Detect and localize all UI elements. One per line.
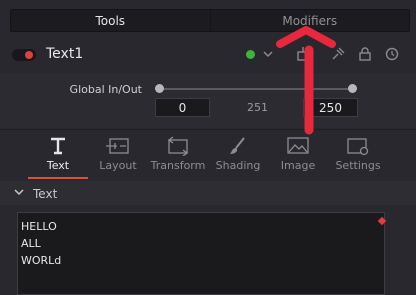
transform-icon: [167, 136, 189, 156]
status-dot[interactable]: [246, 50, 255, 59]
text-line: WORLd: [21, 254, 62, 267]
global-in-field[interactable]: 0: [155, 98, 210, 117]
tab-shading[interactable]: Shading: [204, 132, 272, 178]
tab-label: Settings: [335, 159, 381, 172]
tab-label: Transform: [150, 159, 206, 172]
active-tab-indicator: [28, 177, 88, 179]
chevron-down-icon[interactable]: [14, 188, 24, 196]
layout-icon: [106, 138, 129, 154]
brush-icon: [230, 137, 245, 154]
tab-label: Image: [280, 159, 316, 172]
section-title: Text: [33, 187, 58, 201]
tab-tools[interactable]: Tools: [11, 10, 210, 31]
global-out-field[interactable]: 250: [303, 98, 358, 117]
settings-icon: [347, 138, 369, 156]
global-mid-value: 251: [247, 101, 268, 114]
top-tab-bar: Tools Modifiers: [10, 9, 410, 32]
tab-divider: [0, 129, 416, 130]
tab-image[interactable]: Image: [264, 132, 332, 178]
node-name: Text1: [46, 46, 84, 62]
range-out-handle[interactable]: [348, 84, 357, 93]
pin-node-icon[interactable]: [330, 46, 346, 62]
global-range-slider[interactable]: [159, 88, 352, 90]
text-section-header[interactable]: [0, 181, 416, 205]
pin-icon[interactable]: [295, 46, 311, 62]
text-line: HELLO: [21, 220, 57, 233]
tab-layout[interactable]: Layout: [84, 132, 152, 178]
toggle-knob: [25, 51, 33, 59]
image-icon: [287, 137, 309, 154]
tab-label: Layout: [99, 159, 137, 172]
chevron-down-icon[interactable]: [263, 50, 273, 58]
tab-modifiers[interactable]: Modifiers: [209, 10, 410, 31]
tab-label: Shading: [215, 159, 261, 172]
global-in-out-label: Global In/Out: [69, 83, 142, 96]
range-in-handle[interactable]: [155, 84, 164, 93]
lock-icon[interactable]: [357, 46, 373, 62]
tab-label: Text: [46, 159, 70, 172]
reset-icon[interactable]: [384, 46, 400, 62]
styled-text-input[interactable]: HELLO ALL WORLd: [17, 212, 385, 295]
tab-settings[interactable]: Settings: [324, 132, 392, 178]
text-tool-icon: [51, 137, 65, 155]
tab-transform[interactable]: Transform: [144, 132, 212, 178]
tab-text[interactable]: Text: [24, 132, 92, 178]
text-line: ALL: [21, 237, 41, 250]
